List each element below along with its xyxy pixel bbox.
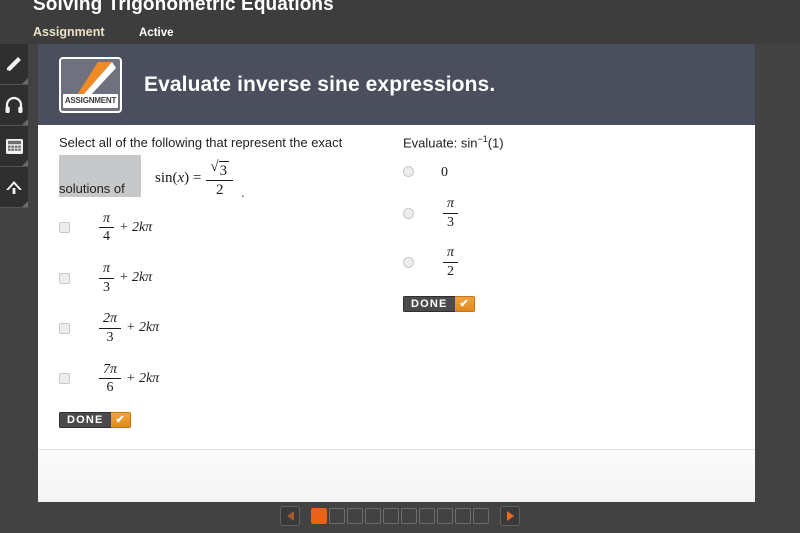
question-left-equation: sin(x) = √ 3 2 xyxy=(155,159,235,200)
pagination-squares xyxy=(310,508,490,524)
equation-lhs: sin( xyxy=(155,170,178,187)
radio-input[interactable] xyxy=(403,207,414,219)
question-left-prompt-row: solutions of sin(x) = √ 3 2 . xyxy=(59,154,399,203)
card-title: Evaluate inverse sine expressions. xyxy=(144,72,496,96)
equation-denominator: 2 xyxy=(216,182,224,199)
assignment-icon-label-text: ASSIGNMENT xyxy=(64,96,117,105)
check-icon: ✔ xyxy=(454,295,475,312)
content-card: ASSIGNMENT Evaluate inverse sine express… xyxy=(38,44,755,502)
radio-option[interactable]: 0 xyxy=(403,163,733,181)
inverse-exponent: −1 xyxy=(477,134,488,144)
pagination-square[interactable] xyxy=(419,508,435,524)
sidebar-item-scroll-top[interactable] xyxy=(0,167,28,208)
top-bar: Solving Trigonometric Equations Assignme… xyxy=(0,0,800,44)
checkbox-option[interactable]: 2π 3 + 2kπ xyxy=(59,311,399,345)
card-header: ASSIGNMENT Evaluate inverse sine express… xyxy=(38,44,755,125)
done-button-right[interactable]: DONE ✔ xyxy=(403,295,475,312)
radical-icon: √ xyxy=(210,158,219,175)
question-left-done-wrap: DONE ✔ xyxy=(59,410,399,428)
headphones-icon xyxy=(4,96,24,114)
done-button-left[interactable]: DONE ✔ xyxy=(59,411,131,428)
pagination-square[interactable] xyxy=(437,508,453,524)
checkbox-option-label: 2π 3 + 2kπ xyxy=(97,311,159,345)
pagination xyxy=(0,506,800,526)
checkbox-option-label: 7π 6 + 2kπ xyxy=(97,362,159,396)
question-right-prompt-text: Evaluate: sin xyxy=(403,135,478,151)
card-body: Select all of the following that represe… xyxy=(38,125,755,449)
radio-input[interactable] xyxy=(403,256,414,268)
pagination-square[interactable] xyxy=(365,508,381,524)
radio-option[interactable]: π2 xyxy=(403,245,733,279)
sentence-period: . xyxy=(241,184,245,200)
card-footer xyxy=(38,449,755,502)
checkbox-input[interactable] xyxy=(59,373,70,385)
question-left: Select all of the following that represe… xyxy=(59,133,399,428)
pagination-square[interactable] xyxy=(473,508,489,524)
assignment-icon-label: ASSIGNMENT xyxy=(63,93,118,108)
question-right-prompt: Evaluate: sin−1(1) xyxy=(403,133,733,153)
radio-option[interactable]: π3 xyxy=(403,196,733,230)
tab-active[interactable]: Active xyxy=(139,27,174,39)
question-left-prompt-line1: Select all of the following that represe… xyxy=(59,135,343,150)
radio-option-label: π2 xyxy=(441,245,460,279)
pagination-square[interactable] xyxy=(347,508,363,524)
check-icon: ✔ xyxy=(110,411,131,428)
radio-input[interactable] xyxy=(403,166,414,178)
assignment-screen: Solving Trigonometric Equations Assignme… xyxy=(0,0,800,533)
equation-variable: x xyxy=(177,170,185,187)
done-button-right-label: DONE xyxy=(403,295,455,312)
pagination-next-button[interactable] xyxy=(500,506,520,526)
question-right-prompt-arg: (1) xyxy=(487,135,504,151)
radio-option-label: 0 xyxy=(441,164,448,180)
checkbox-input[interactable] xyxy=(59,272,70,284)
pagination-square[interactable] xyxy=(383,508,399,524)
question-right: Evaluate: sin−1(1) 0 π3 π2 DONE ✔ xyxy=(403,133,733,312)
equation-fraction: √ 3 2 xyxy=(206,158,234,200)
radio-option-list: 0 π3 π2 xyxy=(403,163,733,280)
triangle-right-icon xyxy=(506,511,514,521)
calculator-icon xyxy=(5,138,24,155)
checkbox-option[interactable]: π 3 + 2kπ xyxy=(59,261,399,295)
page-title: Solving Trigonometric Equations xyxy=(33,0,334,15)
equation-equals: ) = xyxy=(184,170,202,187)
tool-rail xyxy=(0,44,28,208)
highlighter-icon xyxy=(4,54,24,74)
checkbox-input[interactable] xyxy=(59,222,70,234)
checkbox-option-label: π 3 + 2kπ xyxy=(97,261,152,295)
question-right-done-wrap: DONE ✔ xyxy=(403,294,733,312)
pagination-square[interactable] xyxy=(401,508,417,524)
pagination-square[interactable] xyxy=(311,508,327,524)
pagination-square[interactable] xyxy=(455,508,471,524)
assignment-icon: ASSIGNMENT xyxy=(59,56,122,113)
tab-assignment[interactable]: Assignment xyxy=(33,25,105,39)
checkbox-option-list: π 4 + 2kπ π 3 + 2kπ 2π 3 + 2kπ 7π 6 + 2kπ xyxy=(59,211,399,396)
tab-strip: Assignment Active xyxy=(33,23,174,41)
sidebar-item-audio[interactable] xyxy=(0,85,28,126)
pagination-square[interactable] xyxy=(329,508,345,524)
checkbox-option[interactable]: 7π 6 + 2kπ xyxy=(59,362,399,396)
up-arrow-icon xyxy=(4,178,24,196)
sidebar-item-highlighter[interactable] xyxy=(0,44,28,85)
done-button-left-label: DONE xyxy=(59,411,111,428)
equation-numerator: √ 3 xyxy=(206,158,234,182)
radicand: 3 xyxy=(218,160,230,179)
question-left-prompt-line2: solutions of xyxy=(59,180,125,196)
radio-option-label: π3 xyxy=(441,196,460,230)
checkbox-option-label: π 4 + 2kπ xyxy=(97,211,152,245)
checkbox-option[interactable]: π 4 + 2kπ xyxy=(59,211,399,245)
checkbox-input[interactable] xyxy=(59,322,70,334)
sidebar-item-calculator[interactable] xyxy=(0,126,28,167)
pagination-prev-button[interactable] xyxy=(280,506,300,526)
triangle-left-icon xyxy=(286,511,294,521)
